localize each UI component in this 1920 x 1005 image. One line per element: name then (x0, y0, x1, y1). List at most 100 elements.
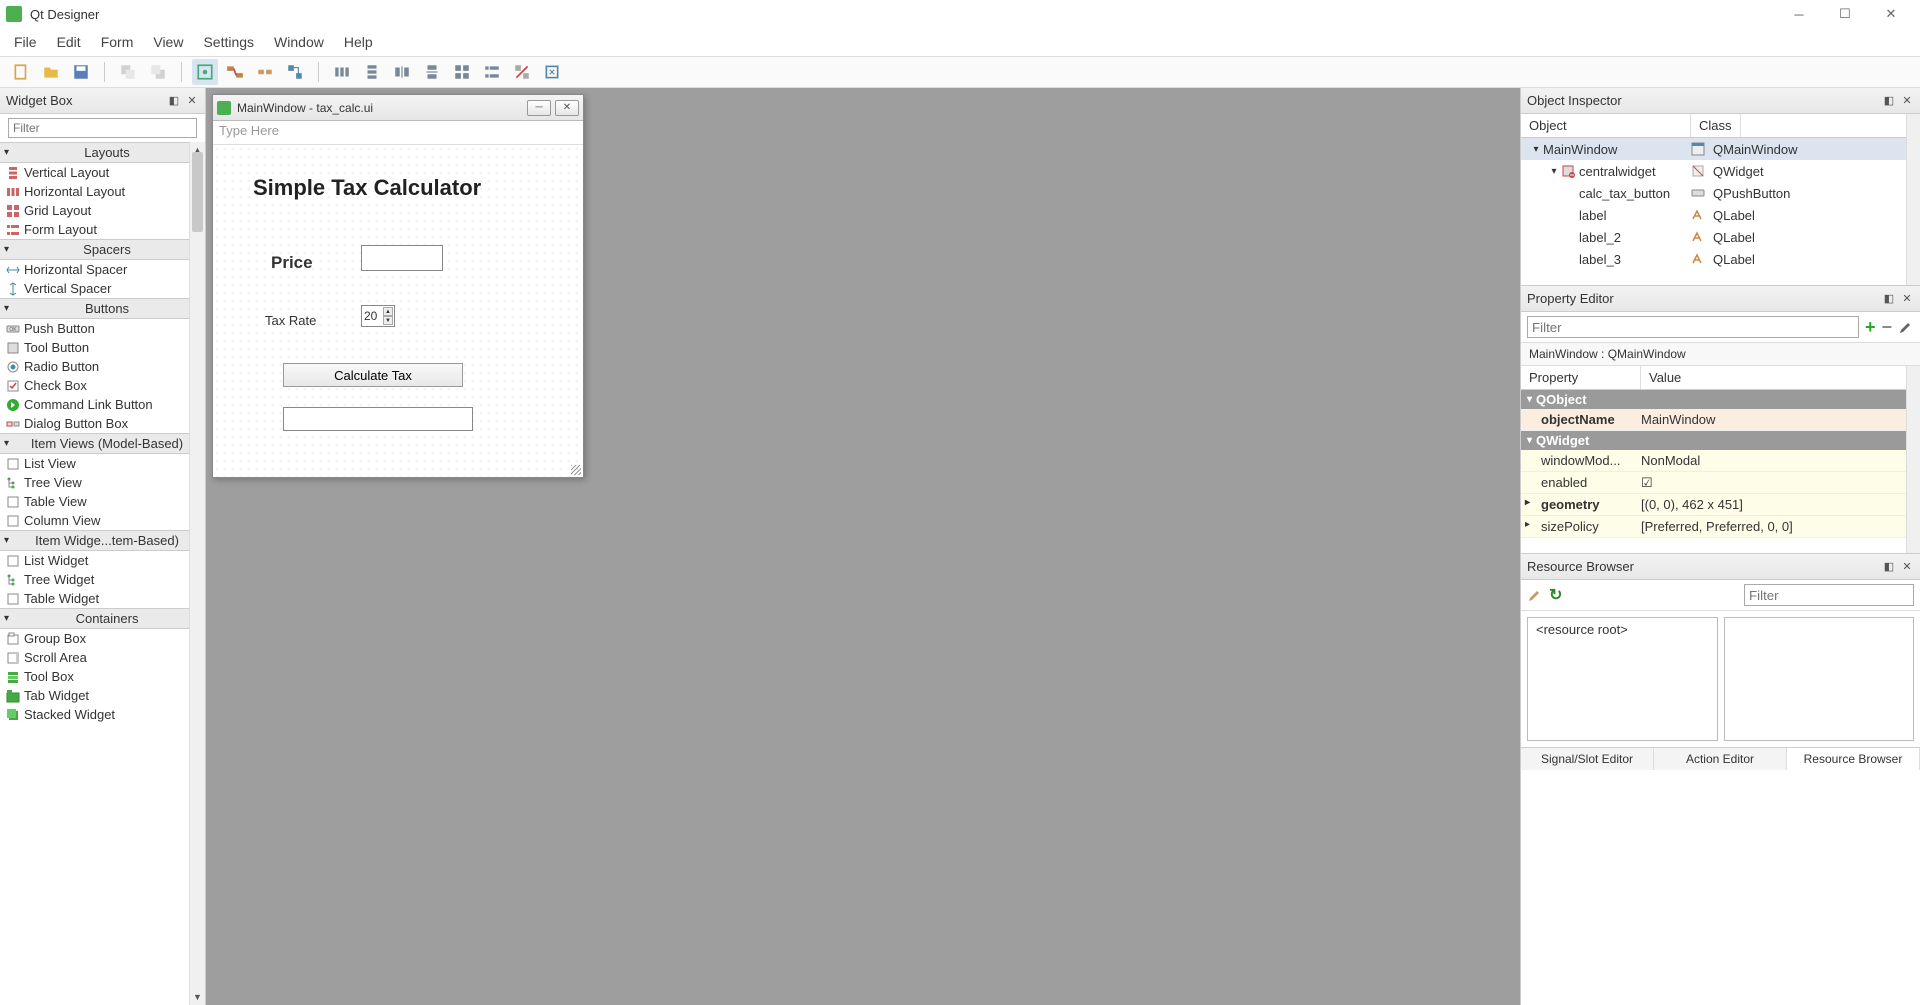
oi-col-object[interactable]: Object (1521, 114, 1691, 137)
edit-tab-order-icon[interactable] (282, 59, 308, 85)
scrollbar[interactable] (1906, 366, 1920, 553)
minimize-button[interactable]: ─ (1776, 0, 1822, 28)
object-row[interactable]: calc_tax_buttonQPushButton (1521, 182, 1906, 204)
menu-view[interactable]: View (143, 30, 193, 54)
widget-item[interactable]: Tree View (0, 473, 205, 492)
widget-item[interactable]: Radio Button (0, 357, 205, 376)
widget-category[interactable]: ▾Buttons (0, 298, 205, 319)
new-form-icon[interactable] (8, 59, 34, 85)
result-output[interactable] (283, 407, 473, 431)
widget-item[interactable]: Dialog Button Box (0, 414, 205, 433)
layout-form-icon[interactable] (479, 59, 505, 85)
property-filter[interactable] (1527, 316, 1859, 338)
form-menubar[interactable]: Type Here (213, 121, 583, 145)
widget-item[interactable]: Vertical Spacer (0, 279, 205, 298)
widget-category[interactable]: ▾Item Widge...tem-Based) (0, 530, 205, 551)
widget-item[interactable]: Tool Button (0, 338, 205, 357)
menu-edit[interactable]: Edit (47, 30, 91, 54)
object-tree[interactable]: ▾MainWindowQMainWindow▾centralwidgetQWid… (1521, 138, 1906, 270)
price-label[interactable]: Price (271, 253, 313, 273)
save-icon[interactable] (68, 59, 94, 85)
widget-item[interactable]: OKPush Button (0, 319, 205, 338)
resource-filter[interactable] (1744, 584, 1914, 606)
widget-item[interactable]: Grid Layout (0, 201, 205, 220)
widget-category[interactable]: ▾Item Views (Model-Based) (0, 433, 205, 454)
break-layout-icon[interactable] (509, 59, 535, 85)
dock-icon[interactable]: ◧ (167, 94, 181, 108)
edit-resource-icon[interactable] (1527, 586, 1543, 605)
widget-box-tree[interactable]: ▲ ▼ ▾LayoutsVertical LayoutHorizontal La… (0, 142, 205, 1005)
widget-item[interactable]: Check Box (0, 376, 205, 395)
oi-col-class[interactable]: Class (1691, 114, 1741, 137)
add-property-icon[interactable]: + (1865, 317, 1876, 338)
widget-item[interactable]: Table View (0, 492, 205, 511)
widget-category[interactable]: ▾Containers (0, 608, 205, 629)
reload-icon[interactable]: ↻ (1549, 585, 1562, 605)
widget-item[interactable]: Horizontal Spacer (0, 260, 205, 279)
property-section[interactable]: ▾QWidget (1521, 431, 1906, 450)
spin-up-icon[interactable]: ▲ (383, 307, 393, 316)
form-titlebar[interactable]: MainWindow - tax_calc.ui ─ ✕ (213, 95, 583, 121)
rate-spinbox[interactable]: 20 ▲▼ (361, 305, 395, 327)
property-row[interactable]: ▸geometry[(0, 0), 462 x 451] (1521, 494, 1906, 516)
edit-signals-icon[interactable] (222, 59, 248, 85)
resource-preview[interactable] (1724, 617, 1915, 741)
object-row[interactable]: ▾MainWindowQMainWindow (1521, 138, 1906, 160)
tab-resource-browser[interactable]: Resource Browser (1787, 748, 1920, 770)
tab-action-editor[interactable]: Action Editor (1654, 748, 1787, 770)
property-row[interactable]: ▸sizePolicy[Preferred, Preferred, 0, 0] (1521, 516, 1906, 538)
edit-buddies-icon[interactable] (252, 59, 278, 85)
open-icon[interactable] (38, 59, 64, 85)
rate-label[interactable]: Tax Rate (265, 313, 316, 328)
object-row[interactable]: label_2QLabel (1521, 226, 1906, 248)
widget-item[interactable]: List Widget (0, 551, 205, 570)
property-row[interactable]: enabled☑ (1521, 472, 1906, 494)
object-row[interactable]: ▾centralwidgetQWidget (1521, 160, 1906, 182)
scroll-down-icon[interactable]: ▼ (190, 989, 205, 1005)
object-row[interactable]: labelQLabel (1521, 204, 1906, 226)
resource-tree[interactable]: <resource root> (1527, 617, 1718, 741)
menu-file[interactable]: File (4, 30, 47, 54)
menu-form[interactable]: Form (91, 30, 144, 54)
object-row[interactable]: label_3QLabel (1521, 248, 1906, 270)
form-body[interactable]: Simple Tax Calculator Price Tax Rate 20 … (213, 145, 583, 477)
widget-item[interactable]: Column View (0, 511, 205, 530)
edit-widgets-icon[interactable] (192, 59, 218, 85)
menu-settings[interactable]: Settings (193, 30, 264, 54)
widget-item[interactable]: List View (0, 454, 205, 473)
close-button[interactable]: ✕ (1868, 0, 1914, 28)
menu-window[interactable]: Window (264, 30, 334, 54)
pe-col-value[interactable]: Value (1641, 366, 1689, 389)
form-minimize-icon[interactable]: ─ (527, 100, 551, 116)
spin-down-icon[interactable]: ▼ (383, 316, 393, 325)
property-list[interactable]: ▾QObjectobjectNameMainWindow▾QWidgetwind… (1521, 390, 1906, 538)
dock-icon[interactable]: ◧ (1882, 94, 1896, 108)
widget-item[interactable]: Form Layout (0, 220, 205, 239)
property-row[interactable]: objectNameMainWindow (1521, 409, 1906, 431)
widget-item[interactable]: Group Box (0, 629, 205, 648)
property-row[interactable]: windowMod...NonModal (1521, 450, 1906, 472)
close-panel-icon[interactable]: ✕ (185, 94, 199, 108)
form-close-icon[interactable]: ✕ (555, 100, 579, 116)
send-back-icon[interactable] (115, 59, 141, 85)
widget-category[interactable]: ▾Layouts (0, 142, 205, 163)
form-heading-label[interactable]: Simple Tax Calculator (253, 175, 481, 201)
widget-item[interactable]: Command Link Button (0, 395, 205, 414)
form-window[interactable]: MainWindow - tax_calc.ui ─ ✕ Type Here S… (212, 94, 584, 478)
resize-grip-icon[interactable] (571, 465, 581, 475)
adjust-size-icon[interactable] (539, 59, 565, 85)
pe-col-property[interactable]: Property (1521, 366, 1641, 389)
widget-box-filter[interactable] (8, 118, 197, 138)
price-input[interactable] (361, 245, 443, 271)
widget-item[interactable]: Tool Box (0, 667, 205, 686)
menu-help[interactable]: Help (334, 30, 383, 54)
close-panel-icon[interactable]: ✕ (1900, 560, 1914, 574)
close-panel-icon[interactable]: ✕ (1900, 292, 1914, 306)
layout-grid-icon[interactable] (449, 59, 475, 85)
design-canvas[interactable]: MainWindow - tax_calc.ui ─ ✕ Type Here S… (206, 88, 1520, 1005)
layout-v-splitter-icon[interactable] (419, 59, 445, 85)
layout-h-splitter-icon[interactable] (389, 59, 415, 85)
remove-property-icon[interactable]: − (1881, 317, 1892, 338)
maximize-button[interactable]: ☐ (1822, 0, 1868, 28)
scrollbar[interactable] (1906, 114, 1920, 285)
